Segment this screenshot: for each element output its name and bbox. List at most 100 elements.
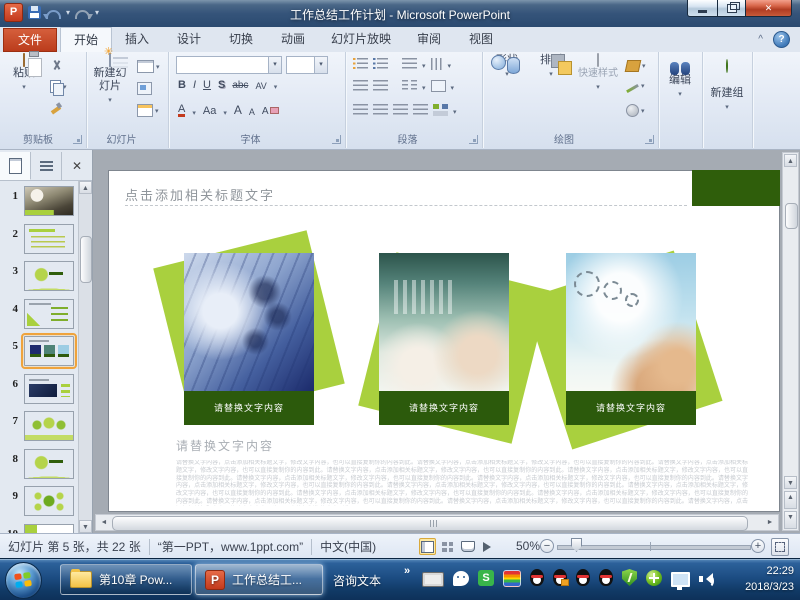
tab-insert[interactable]: 插入 [112,27,162,51]
tab-transitions[interactable]: 切换 [216,27,266,51]
new-slide-button[interactable]: 新建幻灯片 ▾ [89,54,131,107]
tab-slideshow[interactable]: 幻灯片放映 [320,27,402,51]
image-card-1[interactable]: 请替换文字内容 [184,253,314,425]
format-painter-button[interactable] [50,102,62,114]
text-direction-dropdown-icon[interactable]: ▾ [448,62,452,70]
cut-button[interactable] [50,60,63,73]
360-safety-ball-icon[interactable] [646,570,662,586]
change-case-button[interactable]: Aa [203,105,216,117]
clipboard-dialog-launcher-icon[interactable] [73,135,82,144]
keyboard-ime-icon[interactable] [422,572,444,587]
tab-view[interactable]: 视图 [456,27,506,51]
zoom-out-button[interactable]: − [540,539,554,553]
font-name-combo[interactable]: ▾ [176,56,282,74]
vertical-scrollbar[interactable]: ▲ ▼ ▲ ▼ [782,152,799,531]
scroll-left-icon[interactable]: ◄ [97,516,111,529]
slide-thumbnail[interactable] [24,224,74,254]
line-spacing-icon[interactable] [402,58,417,70]
network-icon[interactable] [671,572,690,587]
scroll-up-icon[interactable]: ▲ [784,154,797,167]
slideshow-button[interactable] [479,538,496,555]
font-color-dropdown-icon[interactable]: ▾ [192,109,196,117]
shapes-button[interactable]: 形状 ▾ [486,54,528,81]
image-card-3[interactable]: 请替换文字内容 [566,253,696,425]
align-center-icon[interactable] [373,104,388,116]
restore-button[interactable] [718,0,745,17]
slide-thumbnail[interactable] [24,486,74,516]
tab-file[interactable]: 文件 [3,28,57,52]
bold-button[interactable]: B [178,79,186,91]
collapse-ribbon-icon[interactable]: ^ [758,34,763,45]
slide-title-placeholder[interactable]: 点击添加相关标题文字 [125,185,275,204]
minimize-button[interactable] [687,0,718,17]
underline-button[interactable]: U [203,79,211,91]
character-spacing-button[interactable]: AV [255,81,266,91]
horizontal-scrollbar[interactable]: ◄ ► [95,514,779,531]
panel-scroll-thumb[interactable] [80,236,92,283]
panel-scroll-up-icon[interactable]: ▲ [79,181,92,194]
align-right-icon[interactable] [393,104,408,116]
font-dialog-launcher-icon[interactable] [332,135,341,144]
tray-overflow-icon[interactable]: » [404,565,410,577]
slide-canvas[interactable]: 点击添加相关标题文字 请替换文字内容 请替换文字内容 [108,170,780,512]
zoom-in-button[interactable]: + [751,539,765,553]
font-name-dropdown-icon[interactable]: ▾ [268,57,281,73]
drawing-dialog-launcher-icon[interactable] [645,135,654,144]
body-text[interactable]: 请替换文字内容，点击添加相关标题文字，修改文字内容，也可以直接复制你的内容到此。… [176,460,748,506]
scroll-down-icon[interactable]: ▼ [784,476,797,489]
photo-mouse-hand[interactable] [379,253,509,391]
layout-button[interactable]: ▾ [137,60,160,73]
font-size-combo[interactable]: ▾ [286,56,328,74]
shape-effects-button[interactable]: ▾ [626,104,645,117]
align-text-dropdown-icon[interactable]: ▾ [451,84,455,92]
change-case-dropdown-icon[interactable]: ▾ [223,109,227,117]
help-icon[interactable]: ? [773,31,790,48]
new-group-button[interactable]: 新建组 ▾ [704,60,750,114]
zoom-slider-track[interactable] [557,545,751,550]
scroll-thumb[interactable] [785,203,798,229]
section-button[interactable]: ▾ [137,104,159,117]
spacing-dropdown-icon[interactable]: ▾ [274,83,278,91]
tab-design[interactable]: 设计 [164,27,214,51]
paste-button[interactable]: 粘贴 ▾ [6,54,42,94]
paragraph-dialog-launcher-icon[interactable] [469,135,478,144]
scroll-right-icon[interactable]: ► [763,516,777,529]
smartart-dropdown-icon[interactable]: ▾ [453,108,457,116]
quick-styles-button[interactable]: 快速样式 ▾ [574,54,622,94]
fit-to-window-button[interactable] [771,538,789,556]
taskbar-toolbar-label[interactable]: 咨询文本 [333,572,381,589]
hscroll-thumb[interactable] [112,516,748,531]
slides-tab[interactable] [0,152,31,180]
zoom-level[interactable]: 50% [516,539,540,553]
image-caption[interactable]: 请替换文字内容 [379,391,509,425]
grow-font-button[interactable]: A [234,103,242,117]
clear-formatting-button[interactable]: A [262,106,279,117]
align-text-icon[interactable] [431,80,446,92]
outline-tab[interactable] [31,152,62,180]
slide-thumbnail[interactable] [24,299,74,329]
shape-fill-button[interactable]: ▾ [626,60,646,72]
bullets-icon[interactable] [353,58,368,70]
panel-scroll-down-icon[interactable]: ▼ [79,520,92,533]
slide-thumbnail[interactable] [24,411,74,441]
slide-thumbnail-selected[interactable] [24,336,74,366]
taskbar-item-folder[interactable]: 第10章 Pow... [60,564,192,595]
image-caption[interactable]: 请替换文字内容 [184,391,314,425]
qq-icon[interactable] [599,569,613,586]
numbering-icon[interactable] [373,58,388,70]
strikethrough-button[interactable]: abc [232,80,248,91]
photo-gears-hand[interactable] [566,253,696,391]
slide-sorter-button[interactable] [439,538,456,555]
convert-smartart-icon[interactable] [433,104,448,116]
reset-button[interactable] [137,82,152,95]
align-left-icon[interactable] [353,104,368,116]
tab-animations[interactable]: 动画 [268,27,318,51]
reading-view-button[interactable] [459,538,476,555]
sogou-icon[interactable]: S [478,570,494,586]
slide-thumbnail[interactable] [24,449,74,479]
justify-icon[interactable] [413,104,428,116]
image-caption[interactable]: 请替换文字内容 [566,391,696,425]
slide-thumbnail[interactable] [24,186,74,216]
shape-outline-button[interactable]: ▾ [626,82,645,90]
panel-scrollbar[interactable]: ▲ ▼ [78,181,92,533]
